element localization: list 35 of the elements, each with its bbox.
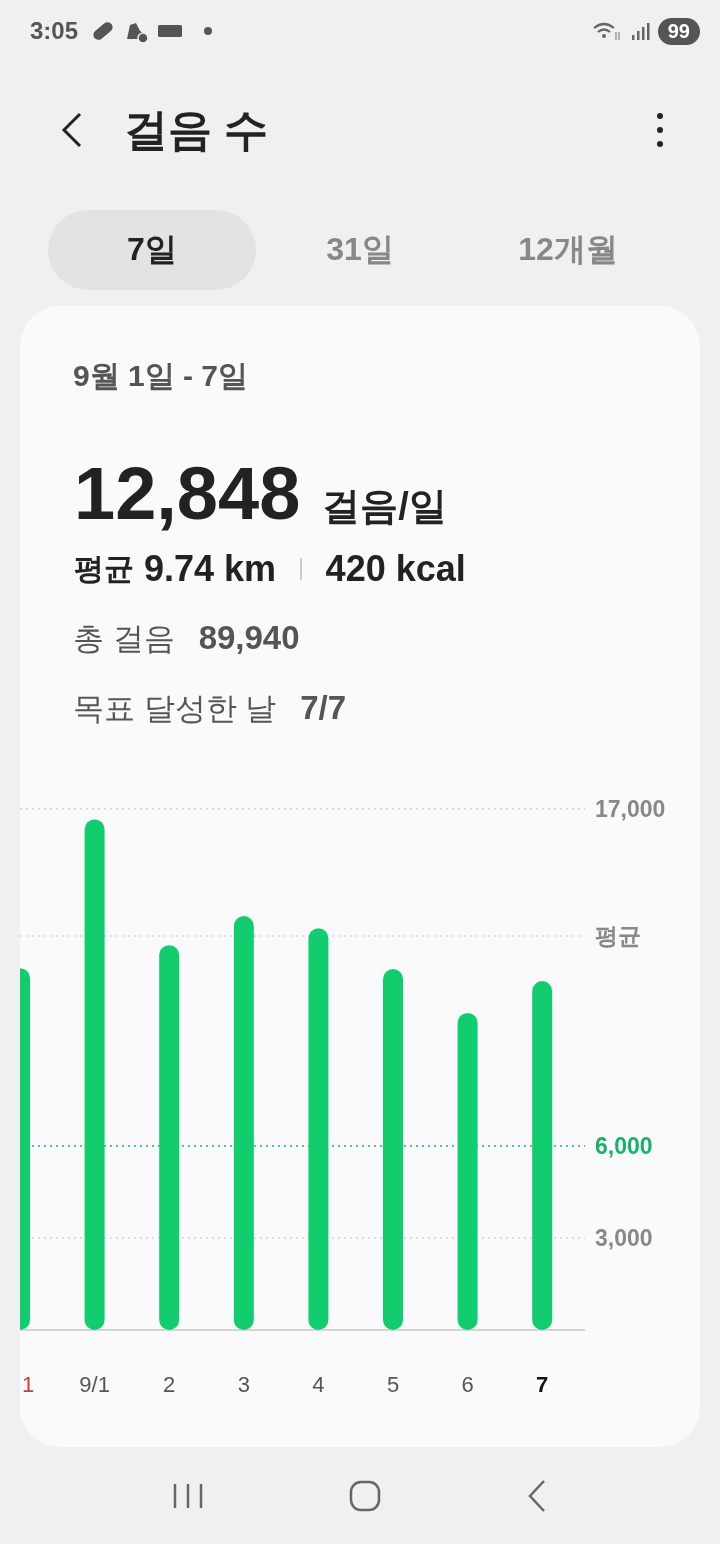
average-label: 평균 — [74, 550, 134, 587]
period-tab[interactable]: 31일 — [256, 210, 464, 290]
axis-tick-label: 17,000 — [595, 795, 666, 822]
daily-steps: 12,848 — [74, 451, 301, 536]
dot-icon — [204, 27, 213, 35]
total-value: 89,940 — [198, 619, 300, 657]
day-label: 2 — [163, 1372, 176, 1397]
day-label: 1 — [22, 1372, 35, 1397]
signal-icon — [629, 21, 650, 41]
notification-icon — [158, 24, 183, 38]
axis-tick-label: 6,000 — [595, 1133, 653, 1159]
back-icon — [60, 110, 84, 150]
day-label: 6 — [461, 1372, 474, 1397]
more-options-icon — [656, 112, 664, 148]
calories-value: 420 kcal — [325, 548, 466, 590]
day-label: 4 — [312, 1372, 325, 1397]
date-range: 9월 1일 - 7일 — [73, 358, 250, 394]
period-tab[interactable]: 12개월 — [464, 210, 672, 290]
day-label: 5 — [386, 1372, 400, 1397]
reference-line-label: 평균 — [595, 923, 641, 949]
day-label: 9/1 — [79, 1372, 110, 1397]
goal-value: 7/7 — [300, 689, 347, 727]
day-label: 7 — [536, 1372, 549, 1397]
battery-level: 99 — [657, 17, 700, 45]
home-icon — [348, 1478, 382, 1513]
period-tab[interactable]: 7일 — [48, 210, 256, 290]
status-time: 3:05 — [30, 17, 79, 45]
distance-value: 9.74 km — [144, 548, 277, 590]
page-title: 걸음 수 — [124, 103, 269, 156]
total-label: 총 걸음 — [73, 620, 175, 658]
daily-unit: 걸음/일 — [322, 484, 447, 529]
wifi-icon — [591, 20, 622, 42]
day-label: 3 — [237, 1372, 250, 1397]
goal-label: 목표 달성한 날 — [73, 690, 277, 728]
axis-tick-label: 3,000 — [595, 1225, 653, 1251]
